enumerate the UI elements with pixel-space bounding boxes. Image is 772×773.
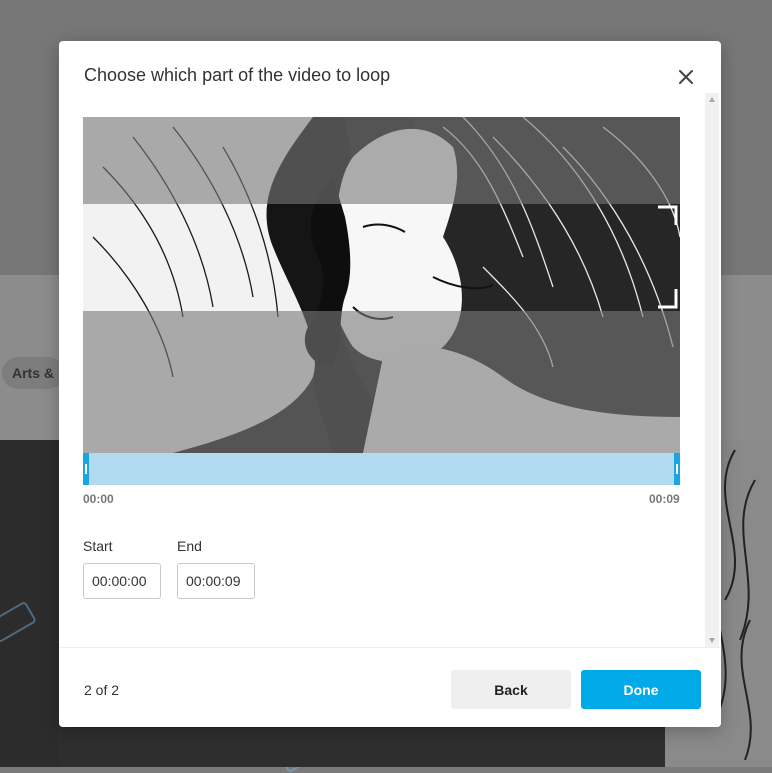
start-label: Start <box>83 538 113 554</box>
video-artwork <box>83 117 680 453</box>
end-time-input[interactable] <box>177 563 255 599</box>
video-preview[interactable] <box>83 117 680 453</box>
start-time-input[interactable] <box>83 563 161 599</box>
back-button[interactable]: Back <box>451 670 571 709</box>
loop-timeline[interactable] <box>83 453 680 485</box>
close-icon <box>679 70 693 84</box>
background-strip <box>58 728 665 767</box>
dialog-scrollbar[interactable] <box>705 93 719 647</box>
close-button[interactable] <box>673 64 699 90</box>
loop-dialog: Choose which part of the video to loop 0… <box>59 41 721 727</box>
dialog-title: Choose which part of the video to loop <box>84 65 391 85</box>
scroll-down-arrow-icon[interactable] <box>709 638 715 643</box>
category-chip: Arts & <box>2 357 65 389</box>
step-indicator: 2 of 2 <box>84 682 120 698</box>
timeline-start-time: 00:00 <box>83 492 114 506</box>
scroll-up-arrow-icon[interactable] <box>709 97 715 102</box>
done-button[interactable]: Done <box>581 670 701 709</box>
timeline-end-time: 00:09 <box>649 492 680 506</box>
timeline-end-handle[interactable] <box>674 453 680 485</box>
dialog-footer: 2 of 2 Back Done <box>59 647 721 727</box>
end-label: End <box>177 538 202 554</box>
timeline-start-handle[interactable] <box>83 453 89 485</box>
